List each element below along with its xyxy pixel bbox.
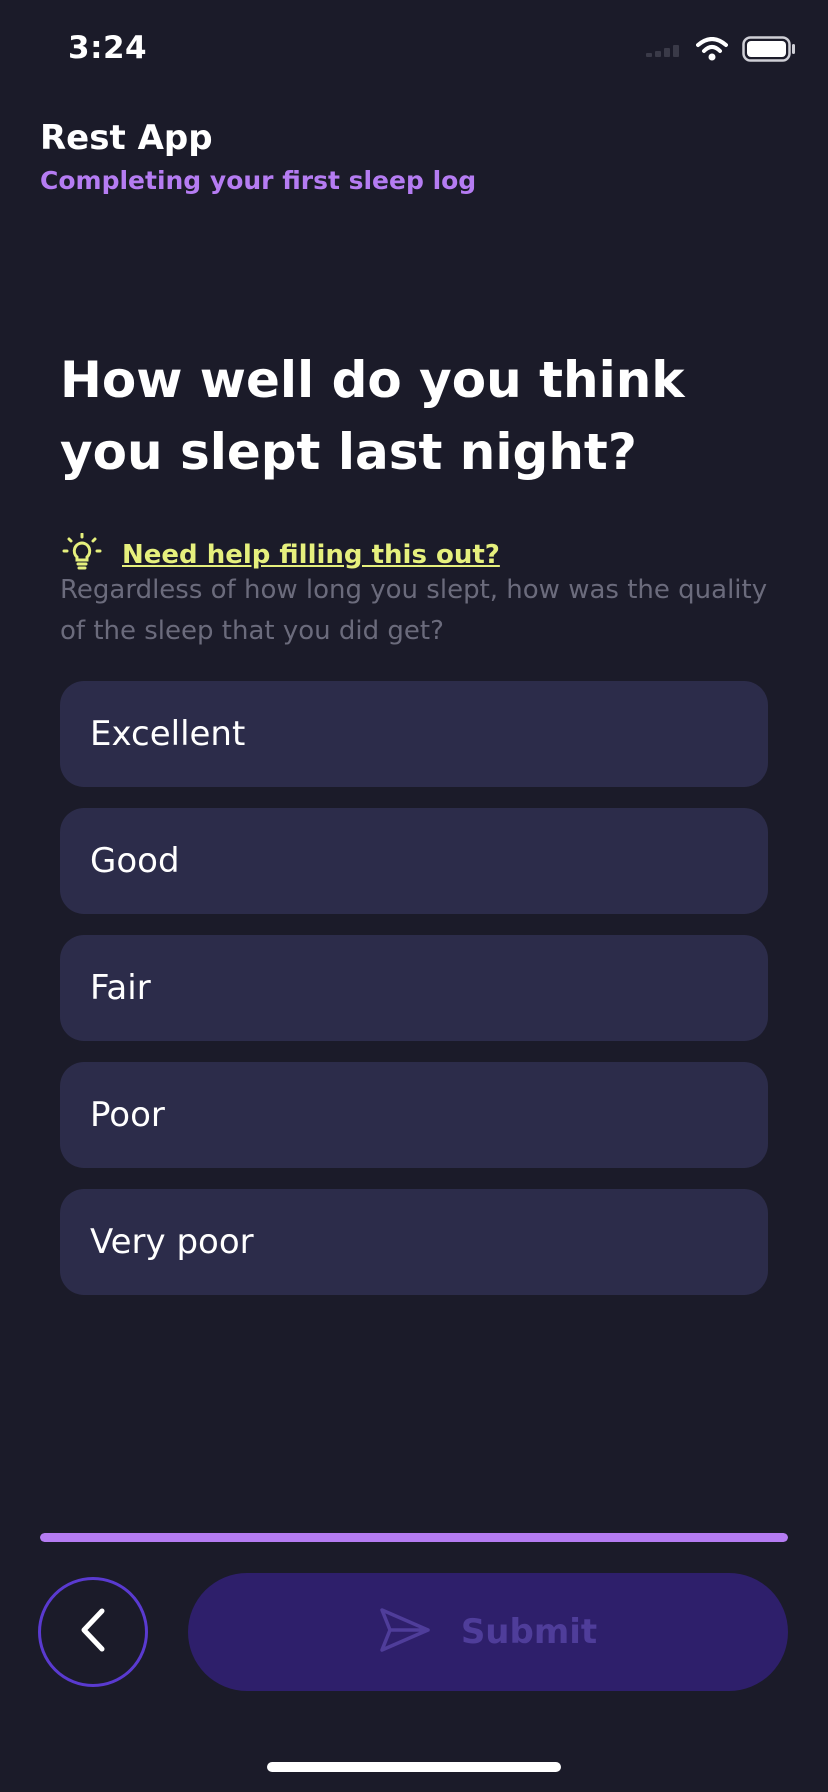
app-subtitle: Completing your first sleep log: [40, 166, 477, 195]
question-title: How well do you think you slept last nig…: [60, 351, 685, 481]
help-link[interactable]: Need help filling this out?: [122, 540, 500, 570]
cellular-signal-icon: [646, 42, 682, 61]
progress-fill: [40, 1533, 788, 1542]
send-icon: [379, 1607, 431, 1657]
app-title: Rest App: [40, 118, 213, 158]
wifi-icon: [696, 37, 728, 65]
submit-button[interactable]: Submit: [188, 1573, 788, 1691]
chevron-left-icon: [78, 1607, 108, 1657]
option-good[interactable]: Good: [60, 808, 768, 914]
submit-label: Submit: [460, 1612, 598, 1652]
progress-bar: [40, 1533, 788, 1542]
option-poor[interactable]: Poor: [60, 1062, 768, 1168]
battery-icon: [742, 36, 796, 66]
answer-options: Excellent Good Fair Poor Very poor: [60, 681, 768, 1295]
status-time: 3:24: [68, 30, 148, 66]
option-fair[interactable]: Fair: [60, 935, 768, 1041]
home-indicator: [267, 1762, 561, 1772]
back-button[interactable]: [38, 1577, 148, 1687]
option-very-poor[interactable]: Very poor: [60, 1189, 768, 1295]
question-hint: Regardless of how long you slept, how wa…: [60, 575, 768, 646]
option-excellent[interactable]: Excellent: [60, 681, 768, 787]
status-icons: [646, 36, 796, 66]
